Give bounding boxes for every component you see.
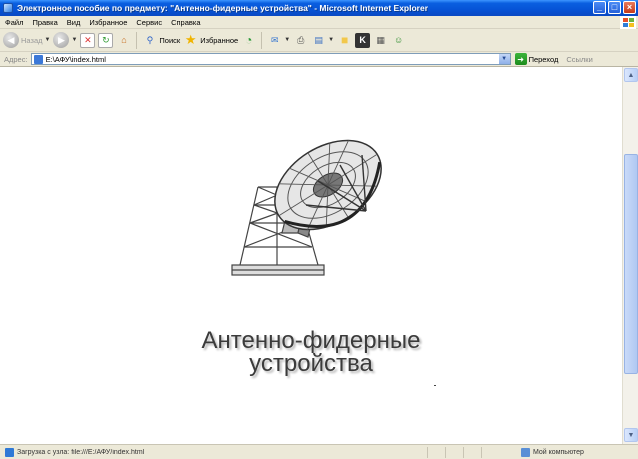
chevron-down-icon: ▼: [44, 37, 51, 43]
go-button[interactable]: ➜ Переход: [514, 53, 559, 65]
stop-icon[interactable]: ✕: [80, 32, 96, 48]
refresh-icon[interactable]: ↻: [98, 32, 114, 48]
toolbar-separator: [261, 31, 263, 49]
loading-page-icon: [5, 447, 14, 457]
menu-tools[interactable]: Сервис: [136, 18, 162, 27]
back-label: Назад: [21, 35, 43, 45]
scroll-down-icon[interactable]: ▼: [624, 428, 638, 442]
home-icon[interactable]: ⌂: [116, 33, 131, 48]
page-title-line-1: Антенно-фидерные: [201, 327, 421, 354]
history-icon[interactable]: ◔: [241, 33, 256, 48]
menu-help[interactable]: Справка: [171, 18, 200, 27]
address-input[interactable]: E:\АФУ\index.html ▼: [30, 53, 511, 65]
menu-edit[interactable]: Правка: [32, 18, 57, 27]
chevron-down-icon: ▼: [284, 37, 291, 43]
security-zone: Мой компьютер: [521, 447, 584, 457]
antenna-illustration: [231, 139, 382, 276]
minimize-button[interactable]: _: [593, 1, 606, 14]
maximize-button[interactable]: □: [608, 1, 621, 14]
vertical-scrollbar[interactable]: ▲ ▼: [622, 67, 638, 444]
back-button[interactable]: ◀ Назад ▼: [3, 32, 50, 48]
menu-file[interactable]: Файл: [5, 18, 23, 27]
menu-view[interactable]: Вид: [67, 18, 81, 27]
status-cell: [427, 446, 445, 458]
forward-arrow-icon: ▶: [53, 32, 70, 48]
status-cell: [481, 446, 499, 458]
go-label: Переход: [528, 54, 559, 64]
edit-button[interactable]: ▤ ▼: [311, 33, 334, 48]
page-content: Антенно-фидерные устройства: [0, 67, 622, 444]
windows-logo-icon: [620, 16, 636, 29]
messenger-icon[interactable]: K: [355, 32, 371, 48]
address-bar: Адрес: E:\АФУ\index.html ▼ ➜ Переход Ссы…: [0, 52, 638, 67]
mail-icon: ✉: [270, 34, 279, 45]
go-arrow-icon: ➜: [514, 53, 527, 65]
search-icon: ⚲: [146, 34, 154, 45]
status-cell: [463, 446, 481, 458]
chevron-down-icon: ▼: [328, 37, 335, 43]
star-icon: ★: [184, 32, 197, 47]
search-label: Поиск: [159, 35, 181, 45]
title-bar: Электронное пособие по предмету: "Антенн…: [0, 0, 638, 16]
edit-icon: ▤: [314, 34, 323, 45]
page-icon: [33, 54, 43, 64]
scroll-up-icon[interactable]: ▲: [624, 68, 638, 82]
address-value: E:\АФУ\index.html: [45, 54, 106, 64]
decorative-dot: [434, 385, 436, 386]
page-title-line-2: устройства: [249, 350, 373, 377]
zone-label: Мой компьютер: [533, 448, 584, 456]
status-cell: [445, 446, 463, 458]
contacts-icon[interactable]: ☺: [391, 33, 406, 48]
chevron-down-icon: ▼: [71, 37, 78, 43]
favorites-button[interactable]: ★ Избранное: [183, 32, 239, 48]
back-arrow-icon: ◀: [3, 32, 19, 48]
close-button[interactable]: ×: [623, 1, 636, 14]
forward-button[interactable]: ▶ ▼: [53, 32, 77, 48]
ie-icon: [3, 3, 13, 13]
computer-icon: [521, 447, 530, 457]
window-controls: _ □ ×: [593, 1, 636, 14]
toolbar-separator: [136, 31, 138, 49]
menu-favorites[interactable]: Избранное: [89, 18, 127, 27]
folder-icon[interactable]: ■: [337, 33, 352, 48]
print-icon[interactable]: ⎙: [293, 33, 308, 48]
address-label: Адрес:: [4, 54, 28, 64]
links-button[interactable]: Ссылки: [566, 55, 592, 64]
chevron-down-icon[interactable]: ▼: [498, 54, 510, 64]
research-icon[interactable]: ▦: [373, 33, 388, 48]
mail-button[interactable]: ✉ ▼: [267, 33, 290, 48]
window-title: Электронное пособие по предмету: "Антенн…: [17, 3, 429, 13]
menu-bar: Файл Правка Вид Избранное Сервис Справка: [0, 16, 638, 29]
favorites-label: Избранное: [200, 35, 239, 45]
search-button[interactable]: ⚲ Поиск: [142, 33, 181, 48]
standard-toolbar: ◀ Назад ▼ ▶ ▼ ✕ ↻ ⌂ ⚲ Поиск ★ Избранное …: [0, 29, 638, 52]
status-bar: Загрузка с узла: file:///E:/АФУ/index.ht…: [0, 444, 638, 459]
status-text: Загрузка с узла: file:///E:/АФУ/index.ht…: [17, 448, 145, 456]
page-title: Антенно-фидерные устройства: [150, 327, 472, 377]
scroll-thumb[interactable]: [624, 154, 638, 374]
